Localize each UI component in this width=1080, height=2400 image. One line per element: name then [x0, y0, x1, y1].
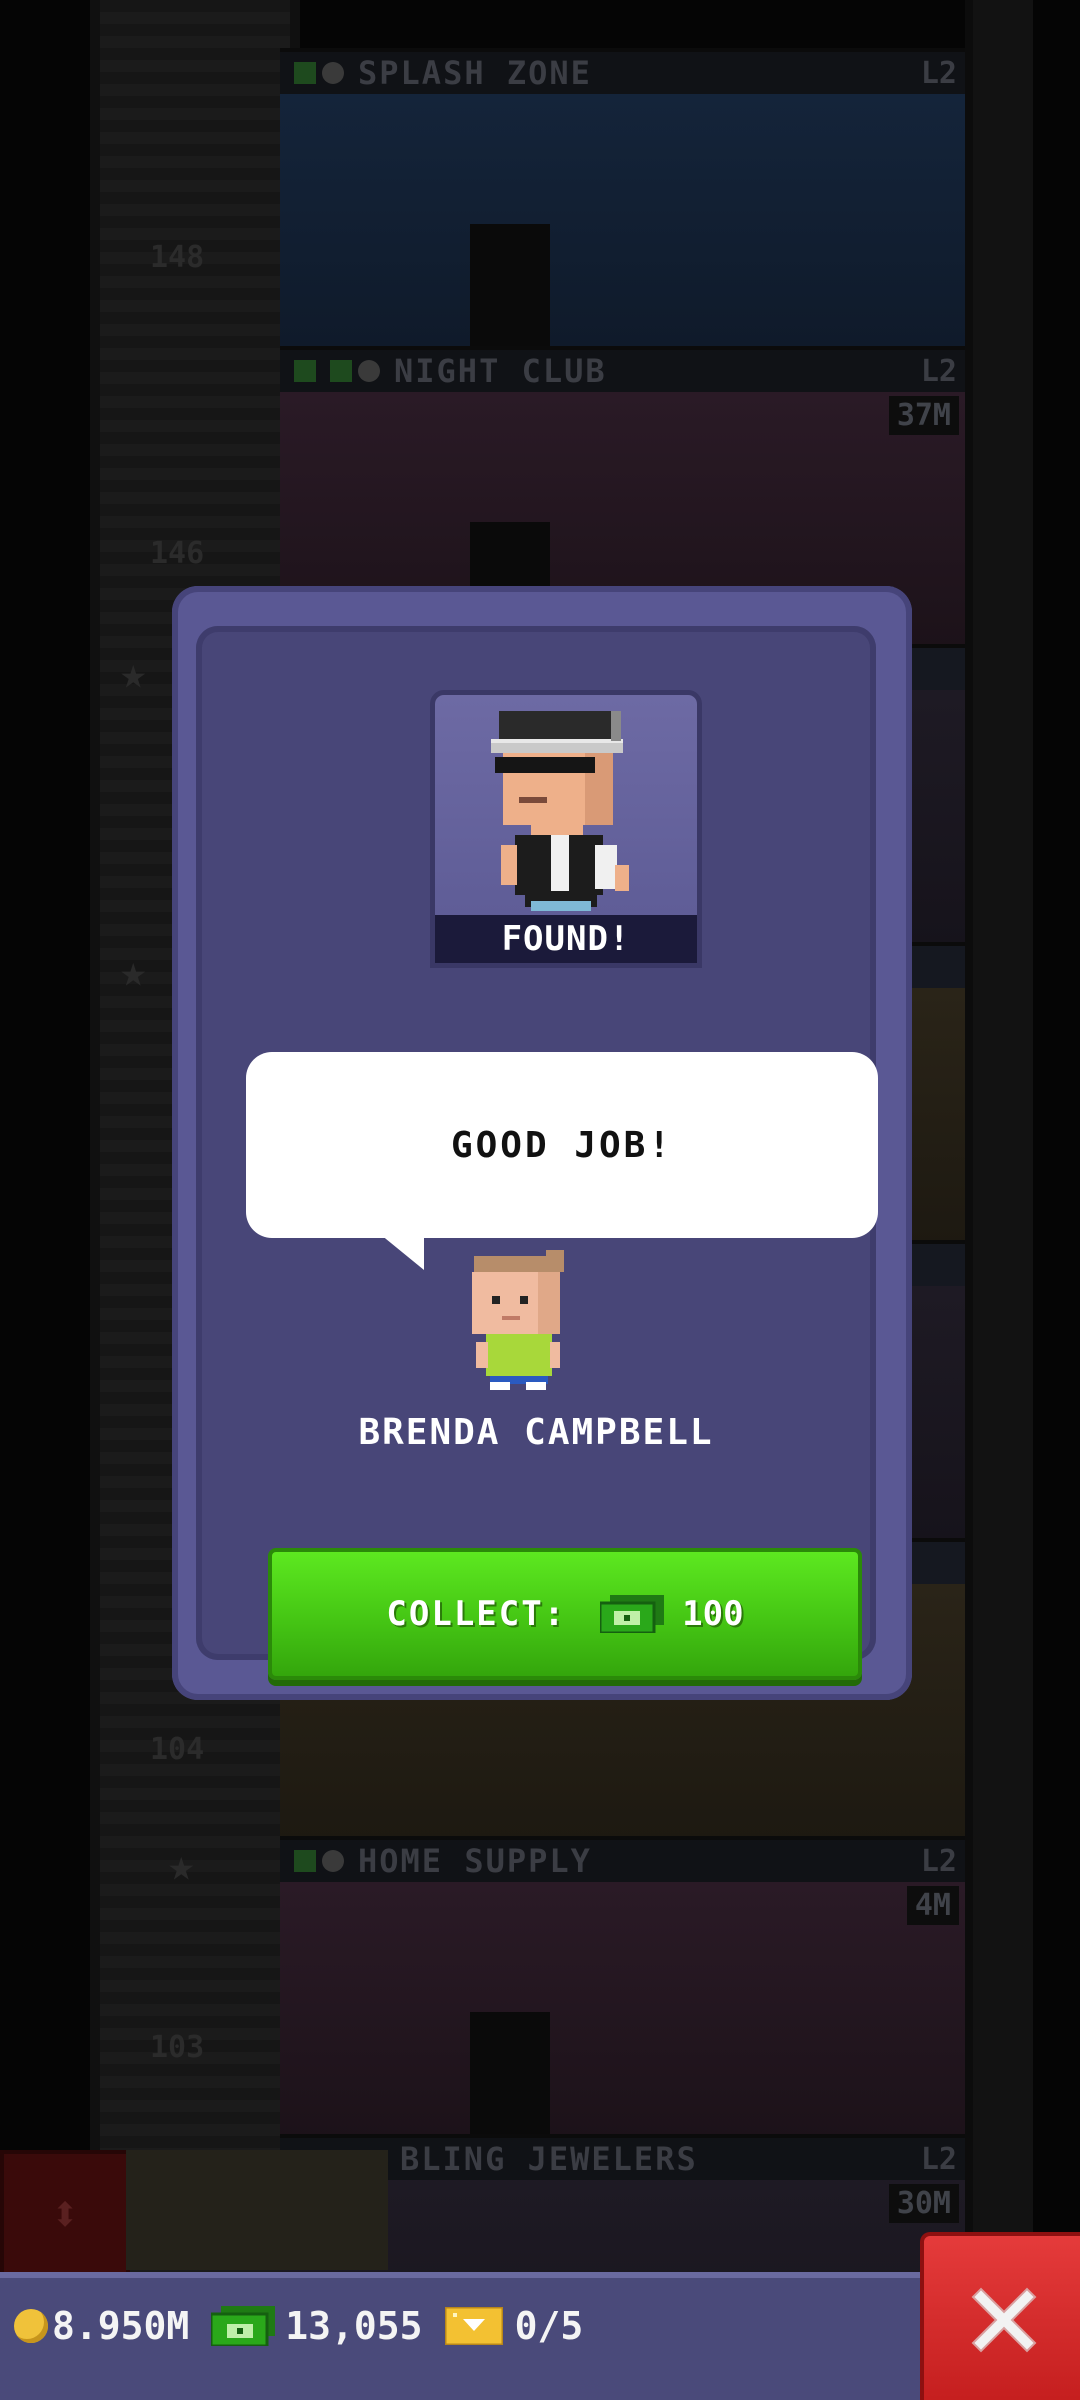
- floor-name: BLING JEWELERS: [400, 2140, 698, 2178]
- floor-name: NIGHT CLUB: [394, 352, 607, 390]
- floor-number: 146: [150, 536, 205, 571]
- floor-number: 103: [150, 2030, 205, 2065]
- build-floor-button[interactable]: [126, 2150, 388, 2270]
- star-icon: ★: [120, 946, 147, 997]
- check-icon: [294, 360, 316, 382]
- resource-bar: 8.950M 13,055 0/5: [0, 2272, 1080, 2400]
- npc-character-icon: [472, 1250, 564, 1390]
- found-character-portrait: FOUND!: [430, 690, 702, 968]
- speech-text: GOOD JOB!: [450, 1124, 674, 1166]
- floor-header: SPLASH ZONE L2: [280, 52, 965, 94]
- collect-label: COLLECT:: [386, 1594, 567, 1634]
- clock-icon: [358, 360, 380, 382]
- clock-icon: [322, 62, 344, 84]
- check-icon: [330, 360, 352, 382]
- close-icon: [971, 2287, 1037, 2353]
- floor-splash-zone: SPLASH ZONE L2: [280, 48, 965, 384]
- check-icon: [294, 62, 316, 84]
- game-screen: SPLASH ZONE L2 NIGHT CLUB L2 37M HOME SU…: [0, 0, 1080, 2400]
- elevator-button[interactable]: ⬍: [0, 2150, 130, 2278]
- collect-amount: 100: [682, 1594, 744, 1634]
- floor-header: HOME SUPPLY L2: [280, 1840, 965, 1882]
- collect-button[interactable]: COLLECT: 100: [268, 1548, 862, 1680]
- npc-name: BRENDA CAMPBELL: [358, 1412, 714, 1453]
- sunglasses-character-icon: [491, 711, 629, 911]
- star-icon: ★: [120, 648, 147, 699]
- floor-earnings: 30M: [888, 2184, 959, 2223]
- floor-earnings: 4M: [906, 1886, 959, 1925]
- tower-edge: [965, 0, 1033, 2400]
- floor-name: SPLASH ZONE: [358, 54, 592, 92]
- check-icon: [294, 1850, 316, 1872]
- speech-bubble-tail: [380, 1234, 424, 1270]
- floor-room: [280, 94, 965, 384]
- floor-name: HOME SUPPLY: [358, 1842, 592, 1880]
- floor-level: L2: [920, 353, 957, 389]
- floor-earnings: 37M: [888, 396, 959, 435]
- speech-bubble: GOOD JOB!: [246, 1052, 878, 1238]
- floor-level: L2: [920, 2141, 957, 2177]
- tower-bux-icon: [598, 1595, 665, 1635]
- vip-found-dialog: FOUND! GOOD JOB! BRENDA CAMPBELL COLLECT…: [172, 586, 912, 1700]
- star-icon: ★: [168, 1840, 195, 1891]
- coin-count: 8.950M: [52, 2304, 190, 2348]
- resource-readouts: 8.950M 13,055 0/5: [14, 2304, 583, 2348]
- ticket-count: 0/5: [514, 2304, 584, 2348]
- floor-level: L2: [920, 1843, 957, 1879]
- found-status-label: FOUND!: [435, 915, 697, 963]
- floor-number: 104: [150, 1732, 205, 1767]
- floor-level: L2: [920, 55, 957, 91]
- close-button[interactable]: [920, 2232, 1080, 2400]
- elevator-arrows-icon: ⬍: [49, 2185, 81, 2243]
- dialog-panel: FOUND! GOOD JOB! BRENDA CAMPBELL COLLECT…: [196, 626, 878, 1680]
- bux-count: 13,055: [285, 2304, 423, 2348]
- floor-header: NIGHT CLUB L2: [280, 350, 965, 392]
- floor-room: [280, 1882, 965, 2172]
- floor-home-supply: HOME SUPPLY L2 4M: [280, 1836, 965, 2172]
- clock-icon: [322, 1850, 344, 1872]
- floor-number: 148: [150, 240, 205, 275]
- golden-ticket-icon: [443, 2305, 505, 2347]
- tower-bux-icon: [209, 2306, 276, 2348]
- coin-icon: [14, 2309, 48, 2343]
